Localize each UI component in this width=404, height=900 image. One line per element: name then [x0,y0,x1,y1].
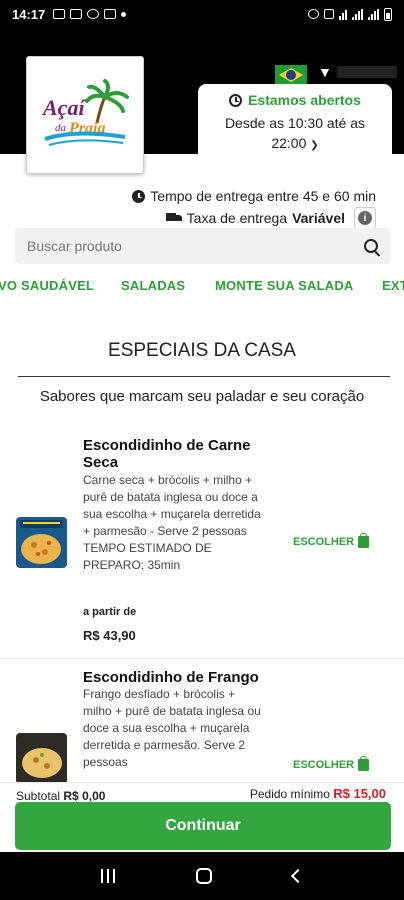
svg-text:Açaí: Açaí [41,95,86,120]
category-tab[interactable]: EXT [382,278,404,293]
language-dropdown-icon[interactable]: ▼ [318,64,332,80]
product-name: Escondidinho de Frango [83,669,259,686]
signal-2-icon [368,8,379,20]
delivery-fee-row: Taxa de entrega Variável i [132,207,376,229]
product-description: Frango desfiado + brócolis + milho + pur… [83,687,261,769]
choose-label: ESCOLHER [293,536,355,548]
info-icon: i [358,211,372,225]
delivery-info-button[interactable]: i [354,207,376,229]
category-tab[interactable]: SALADAS [121,278,185,293]
subtotal: Subtotal R$ 0,00 [16,789,105,803]
delivery-info: Tempo de entrega entre 45 e 60 min Taxa … [132,185,376,229]
brazil-flag-icon[interactable] [275,65,307,85]
shopping-bag-icon [358,533,370,548]
minimum-order: Pedido mínimo R$ 15,00 [250,786,386,801]
minimum-label: Pedido mínimo [249,787,330,801]
choose-button[interactable]: ESCOLHER [293,533,370,548]
subtotal-label: Subtotal [16,789,61,803]
section-subtitle: Sabores que marcam seu paladar e seu cor… [39,388,365,405]
cart-footer: Subtotal R$ 0,00 Pedido mínimo R$ 15,00 … [0,782,404,852]
section-title: ESPECIAIS DA CASA [108,340,296,361]
hours-line-2: 22:00 [271,135,307,151]
category-tab[interactable]: VO SAUDÁVEL [0,278,94,293]
whatsapp-icon [87,9,100,19]
category-tab[interactable]: MONTE SUA SALADA [215,278,354,293]
clock-icon [229,93,243,107]
delivery-fee-value: Variável [292,210,345,226]
subtotal-value: R$ 0,00 [63,789,106,803]
shopping-bag-icon [358,756,370,771]
wifi-icon [339,9,347,20]
hours-line-1: Desde as 10:30 até as [224,115,366,131]
choose-button[interactable]: ESCOLHER [293,756,370,771]
escondidinho-frango-image-icon [16,733,67,784]
alarm-icon [308,9,319,19]
settings-icon [104,9,117,19]
status-bar: 14:17 [0,0,404,28]
delivery-fee-label: Taxa de entrega [186,210,288,226]
search-bar [15,228,390,264]
product-divider [0,658,404,659]
home-icon[interactable] [195,868,212,884]
recent-apps-icon[interactable] [100,869,115,883]
open-status-text: Estamos abertos [248,92,361,108]
status-time: 14:17 [12,6,46,22]
system-icons [308,7,392,21]
product-description: Carne seca + brócolis + milho + purê de … [83,473,261,572]
signal-icon [352,8,363,20]
mute-icon [324,9,334,19]
search-icon[interactable] [364,239,378,253]
opening-hours[interactable]: Desde as 10:30 até as 22:00 ❯ [198,113,392,156]
battery-icon [384,7,392,21]
escondidinho-carne-image-icon [16,517,67,568]
acai-da-praia-logo-icon: Açaí da Praia [41,79,129,146]
delivery-time-row: Tempo de entrega entre 45 e 60 min [132,185,376,207]
back-icon[interactable] [291,868,306,884]
section-divider [18,376,390,377]
app-screen: 14:17 Açaí da Praia ▼ Estamos abertos De… [0,0,404,900]
choose-label: ESCOLHER [293,759,355,771]
category-tabs: VO SAUDÁVEL SALADAS MONTE SUA SALADA EXT [0,270,404,302]
store-logo: Açaí da Praia [26,56,144,174]
gallery-icon [53,9,66,19]
delivery-time: Tempo de entrega entre 45 e 60 min [150,188,376,204]
search-input[interactable] [27,238,364,254]
message-icon [70,9,83,19]
open-status: Estamos abertos [198,92,392,108]
system-nav-bar [0,852,404,900]
product-image [16,517,67,568]
minimum-value: R$ 15,00 [333,786,386,801]
continue-button[interactable]: Continuar [15,802,391,850]
product-from-label: a partir de [83,606,137,618]
opening-hours-card: Estamos abertos Desde as 10:30 até as 22… [198,84,392,156]
svg-text:da: da [55,122,67,134]
more-notifications-icon [121,11,127,17]
language-selector[interactable] [337,66,397,78]
product-image [16,733,67,784]
product-name: Escondidinho de Carne Seca [83,437,251,471]
truck-icon [165,212,182,224]
product-price: R$ 43,90 [83,628,136,643]
notification-icons [53,9,127,19]
chevron-down-icon[interactable]: ❯ [310,140,318,151]
delivery-clock-icon [132,189,146,203]
